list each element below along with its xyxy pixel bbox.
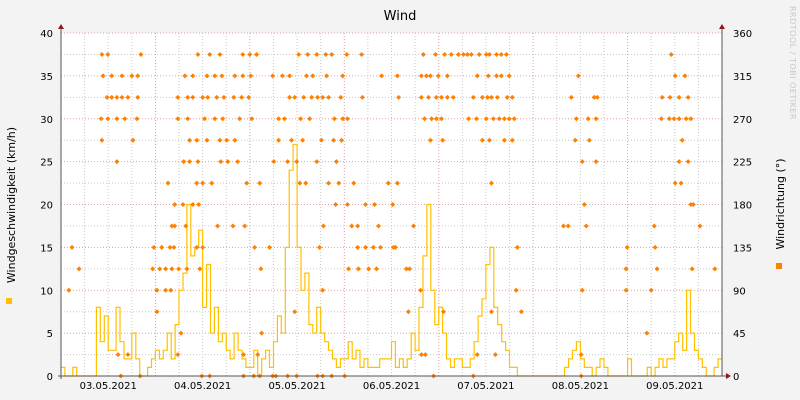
- y-tick-label: 10: [40, 286, 53, 297]
- y-tick-label: 30: [40, 115, 53, 126]
- x-tick-label: 04.05.2021: [174, 381, 231, 392]
- y2-tick-label: 360: [733, 29, 752, 40]
- y2-tick-label: 315: [733, 72, 752, 83]
- y2-tick-label: 180: [733, 201, 752, 212]
- y2-tick-label: 225: [733, 158, 752, 169]
- y-tick-label: 35: [40, 72, 53, 83]
- y-tick-label: 0: [47, 372, 53, 383]
- y2-tick-label: 90: [733, 286, 746, 297]
- y-tick-label: 25: [40, 158, 53, 169]
- y2-tick-label: 270: [733, 115, 752, 126]
- y2-tick-label: 0: [733, 372, 739, 383]
- x-tick-label: 03.05.2021: [80, 381, 137, 392]
- y-tick-label: 40: [40, 29, 53, 40]
- y2-axis-label: Windrichtung (°): [774, 158, 787, 249]
- wind-chart: 0 5 10 15 20 25 30 35 40 0 45 90 135 180 225 270 315 360…: [0, 0, 800, 400]
- x-tick-label: 07.05.2021: [457, 381, 514, 392]
- y-tick-label: 20: [40, 201, 53, 212]
- y-tick-label: 5: [47, 329, 53, 340]
- y-tick-label: 15: [40, 243, 53, 254]
- x-tick-label: 08.05.2021: [552, 381, 609, 392]
- y-axis-label: Windgeschwindigkeit (km/h): [5, 127, 18, 283]
- x-tick-label: 06.05.2021: [363, 381, 420, 392]
- x-tick-label: 05.05.2021: [268, 381, 325, 392]
- x-tick-label: 09.05.2021: [646, 381, 703, 392]
- watermark: RRDTOOL / TOBI OETIKER: [788, 6, 797, 120]
- y2-tick-label: 45: [733, 329, 746, 340]
- direction-legend-swatch: [776, 263, 782, 269]
- y2-tick-label: 135: [733, 243, 752, 254]
- chart-title: Wind: [384, 9, 417, 24]
- speed-legend-swatch: [6, 298, 12, 304]
